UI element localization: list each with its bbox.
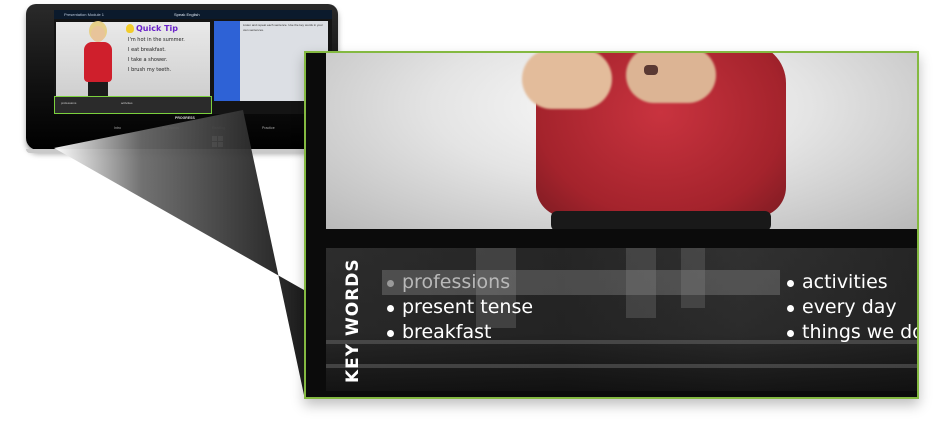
keywords-strip-highlight[interactable]: professions activities xyxy=(54,96,212,114)
tablet-screen: Presentation Module 1 Speak English Quic… xyxy=(54,10,332,114)
brand-label: Speak English xyxy=(174,12,200,17)
toolbar-item-intro[interactable]: Intro xyxy=(114,126,121,130)
presenter-hand-right xyxy=(626,53,716,103)
tablet-device: Presentation Module 1 Speak English Quic… xyxy=(26,4,338,153)
quick-tip-line: I'm hot in the summer. xyxy=(128,37,185,43)
keyword-item[interactable]: things we do xyxy=(782,320,917,345)
app-title: Presentation Module 1 xyxy=(64,12,105,17)
zoomed-video[interactable] xyxy=(326,53,917,229)
kw-mini-item: professions xyxy=(61,101,77,105)
presenter-nails xyxy=(644,65,658,75)
tablet-toolbar: PROGRESS Intro Key Words Reading Practic… xyxy=(52,116,334,136)
keyword-item[interactable]: breakfast xyxy=(382,320,780,345)
bg-rail xyxy=(326,364,917,368)
presenter-skirt xyxy=(551,211,771,229)
presenter-hand-left xyxy=(522,53,612,109)
windows-logo-icon[interactable] xyxy=(212,136,224,148)
quick-tip-card: Quick Tip I'm hot in the summer. I eat b… xyxy=(126,24,210,94)
tablet-edge xyxy=(26,149,338,153)
keyword-item-active[interactable]: professions xyxy=(382,270,780,295)
zoomed-detail-panel: KEY WORDS professions present tense brea… xyxy=(304,51,919,399)
quick-tip-line: I take a shower. xyxy=(128,57,168,63)
keyword-item[interactable]: every day xyxy=(782,295,917,320)
toolbar-item-practice[interactable]: Practice xyxy=(262,126,275,130)
key-words-title: KEY WORDS xyxy=(343,258,363,383)
keywords-right-column: activities every day things we do xyxy=(782,270,917,345)
kw-mini-item: activities xyxy=(121,101,133,105)
quick-tip-line: I brush my teeth. xyxy=(128,67,172,73)
quick-tip-title: Quick Tip xyxy=(136,24,179,33)
keyword-item[interactable]: present tense xyxy=(382,295,780,320)
presenter-head xyxy=(91,26,105,42)
side-nav-strip[interactable] xyxy=(214,21,240,101)
keywords-left-column: professions present tense breakfast xyxy=(382,270,780,345)
tablet-top-bar: Presentation Module 1 Speak English xyxy=(54,10,332,19)
presenter-figure xyxy=(78,24,118,96)
side-panel-text: Listen and repeat each sentence. Use the… xyxy=(243,23,323,32)
lightbulb-icon xyxy=(126,24,134,33)
keyword-item[interactable]: activities xyxy=(782,270,917,295)
toolbar-item-reading[interactable]: Reading xyxy=(212,126,225,130)
toolbar-item-keywords[interactable]: Key Words xyxy=(162,126,179,130)
keywords-bar: KEY WORDS professions present tense brea… xyxy=(326,248,917,391)
presenter-body xyxy=(84,42,112,82)
presenter-legs xyxy=(88,82,108,96)
quick-tip-line: I eat breakfast. xyxy=(128,47,166,53)
progress-label: PROGRESS xyxy=(175,116,195,120)
lesson-video[interactable]: Quick Tip I'm hot in the summer. I eat b… xyxy=(56,22,210,96)
